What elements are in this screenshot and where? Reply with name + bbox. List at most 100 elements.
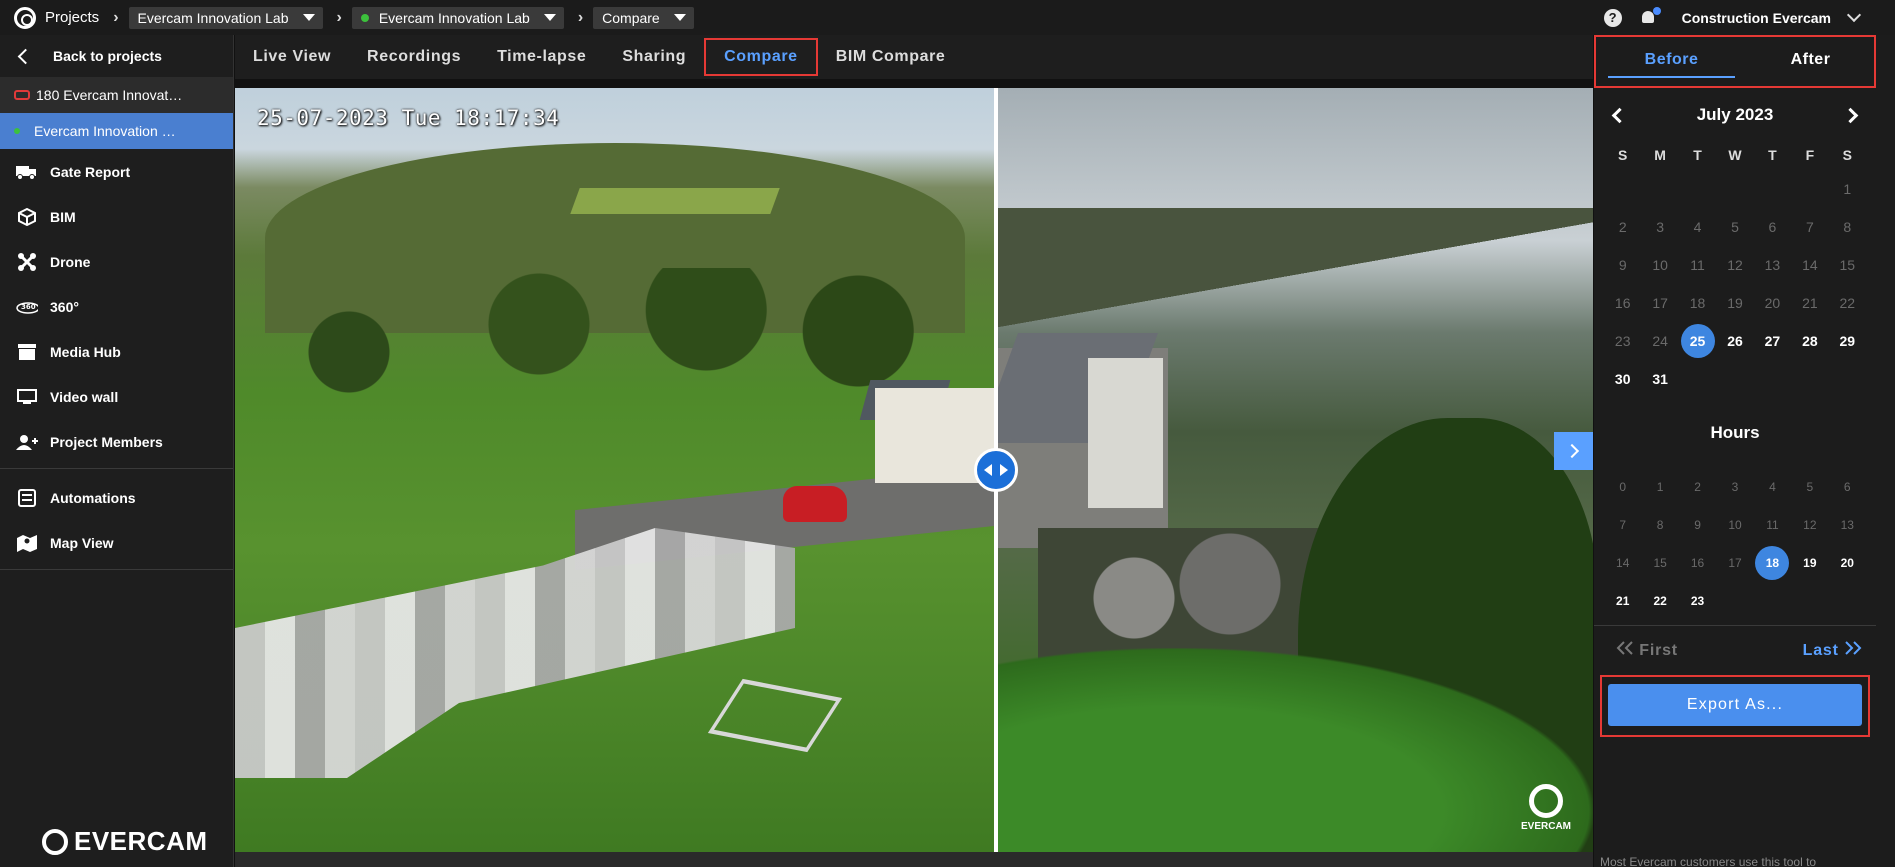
- hour-cell: 3: [1731, 480, 1739, 494]
- calendar-day[interactable]: 28: [1791, 322, 1828, 360]
- back-to-projects-link[interactable]: Back to projects: [0, 35, 233, 77]
- panel-collapse-button[interactable]: [1554, 432, 1593, 470]
- calendar-empty-cell: [1791, 170, 1828, 208]
- calendar-day[interactable]: 31: [1641, 360, 1678, 398]
- calendar-empty-cell: [1754, 170, 1791, 208]
- caret-down-icon: [673, 14, 686, 21]
- sidebar-item-label: Video wall: [50, 388, 119, 405]
- tab-live-view[interactable]: Live View: [235, 39, 349, 75]
- calendar-day: 6: [1768, 219, 1777, 235]
- user-menu-chevron-icon[interactable]: [1846, 7, 1862, 23]
- hour-cell: 13: [1840, 518, 1854, 532]
- last-button[interactable]: Last: [1803, 641, 1862, 660]
- breadcrumb-feature-select[interactable]: Compare: [593, 6, 694, 29]
- sidebar-item-drone[interactable]: Drone: [0, 239, 233, 284]
- sidebar-item-automations[interactable]: Automations: [0, 475, 233, 520]
- calendar-header: July 2023: [1594, 95, 1876, 135]
- sidebar-item-bim[interactable]: BIM: [0, 194, 233, 239]
- calendar-day[interactable]: 25: [1679, 322, 1716, 360]
- image-timestamp: 25-07-2023 Tue 18:17:34: [257, 106, 560, 130]
- breadcrumb-chevron-icon: ›: [336, 8, 342, 26]
- media-icon: [16, 343, 38, 361]
- privacy-blur: [235, 528, 795, 778]
- calendar-day: 14: [1802, 257, 1818, 273]
- sidebar-item-label: Project Members: [50, 433, 163, 450]
- svg-text:360: 360: [21, 303, 36, 311]
- user-menu-name[interactable]: Construction Evercam: [1682, 10, 1831, 26]
- evercam-logo-icon[interactable]: [14, 6, 36, 29]
- sidebar-divider: [0, 569, 233, 570]
- hour-cell[interactable]: 22: [1641, 582, 1678, 620]
- calendar-day: 11: [1690, 257, 1705, 273]
- calendar-day: 18: [1689, 295, 1706, 311]
- tab-before[interactable]: Before: [1608, 37, 1735, 78]
- help-icon[interactable]: ?: [1603, 8, 1622, 27]
- sidebar-item-label: Drone: [50, 253, 91, 270]
- sidebar-item-gate-report[interactable]: Gate Report: [0, 149, 233, 194]
- calendar-day: 9: [1618, 257, 1627, 273]
- tab-time-lapse[interactable]: Time-lapse: [479, 39, 604, 75]
- weekday-header: S: [1842, 147, 1852, 163]
- panel-footer-text: Most Evercam customers use this tool to: [1600, 855, 1817, 867]
- sidebar-item-label: Automations: [50, 489, 136, 506]
- hour-cell[interactable]: 18: [1754, 544, 1791, 582]
- project-label: 180 Evercam Innovat…: [36, 87, 183, 103]
- viewer-bottom-strip: [235, 852, 1593, 867]
- sidebar-divider: [0, 468, 233, 469]
- hour-cell[interactable]: 21: [1604, 582, 1641, 620]
- breadcrumb-camera-select[interactable]: Evercam Innovation Lab: [351, 6, 564, 29]
- sidebar-project-180[interactable]: 180 Evercam Innovat…: [0, 77, 233, 113]
- sidebar-project-innovation[interactable]: Evercam Innovation …: [0, 113, 233, 149]
- hour-cell: 12: [1803, 518, 1817, 532]
- calendar-day[interactable]: 30: [1604, 360, 1641, 398]
- weekday-header: W: [1728, 147, 1742, 163]
- tab-compare[interactable]: Compare: [704, 38, 818, 76]
- tab-sharing[interactable]: Sharing: [604, 39, 704, 75]
- scene-lawn: [998, 648, 1593, 852]
- calendar-day[interactable]: 26: [1716, 322, 1753, 360]
- calendar-empty-cell: [1716, 170, 1753, 208]
- prev-month-icon[interactable]: [1611, 107, 1628, 123]
- sidebar-item-map-view[interactable]: Map View: [0, 520, 233, 565]
- tab-bim-compare[interactable]: BIM Compare: [818, 39, 964, 75]
- sidebar-item-project-members[interactable]: Project Members: [0, 419, 233, 464]
- tab-after[interactable]: After: [1747, 37, 1874, 86]
- tab-recordings[interactable]: Recordings: [349, 39, 479, 75]
- chevron-right-icon: [1564, 443, 1579, 459]
- weekday-header: M: [1654, 147, 1666, 163]
- hour-cell: 11: [1766, 518, 1779, 532]
- sidebar-item-360[interactable]: 360 360°: [0, 284, 233, 329]
- hour-cell: 9: [1694, 518, 1701, 532]
- export-as-button[interactable]: Export As...: [1608, 684, 1862, 726]
- first-button[interactable]: First: [1616, 641, 1678, 660]
- notifications-bell-icon[interactable]: [1640, 6, 1661, 26]
- calendar-empty-cell: [1679, 170, 1716, 208]
- hours-title: Hours: [1710, 423, 1760, 442]
- hour-cell: 17: [1728, 556, 1742, 570]
- selected-hour[interactable]: 18: [1755, 546, 1790, 580]
- first-label: First: [1639, 642, 1678, 659]
- next-month-icon[interactable]: [1842, 107, 1859, 123]
- hour-cell[interactable]: 19: [1791, 544, 1828, 582]
- hour-cell: 8: [1656, 518, 1664, 532]
- calendar-day: 24: [1652, 333, 1668, 349]
- hour-cell[interactable]: 23: [1679, 582, 1716, 620]
- hour-cell[interactable]: 20: [1829, 544, 1866, 582]
- notification-badge: [1652, 6, 1661, 15]
- before-image: 25-07-2023 Tue 18:17:34: [235, 88, 995, 852]
- selected-day[interactable]: 25: [1680, 324, 1715, 358]
- calendar-day: 16: [1614, 295, 1631, 311]
- projects-link[interactable]: Projects: [45, 9, 99, 26]
- calendar-empty-cell: [1754, 360, 1791, 398]
- sidebar-item-video-wall[interactable]: Video wall: [0, 374, 233, 419]
- calendar-day: 23: [1614, 333, 1631, 349]
- calendar-day: 1: [1843, 181, 1852, 197]
- weekday-header: F: [1805, 147, 1815, 163]
- sidebar-item-label: Media Hub: [50, 343, 121, 360]
- calendar-day[interactable]: 27: [1754, 322, 1791, 360]
- sidebar-item-media-hub[interactable]: Media Hub: [0, 329, 233, 374]
- compare-slider-handle[interactable]: [974, 448, 1018, 492]
- double-chevron-left-icon: [1616, 641, 1633, 655]
- calendar-day[interactable]: 29: [1829, 322, 1866, 360]
- breadcrumb-project-select[interactable]: Evercam Innovation Lab: [128, 6, 323, 29]
